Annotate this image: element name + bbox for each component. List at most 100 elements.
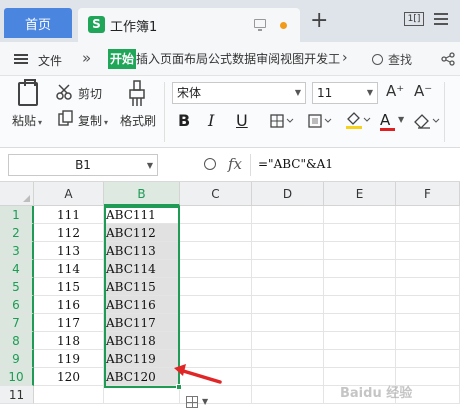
cell-empty[interactable] [396,332,460,350]
cell-empty[interactable] [252,206,324,224]
cell-empty[interactable] [396,314,460,332]
cell-b[interactable]: ABC113 [104,242,180,260]
ribbon-tab-developer[interactable]: 开发工 [304,42,340,76]
row-header[interactable]: 8 [0,332,34,350]
cell-b[interactable]: ABC118 [104,332,180,350]
format-painter-icon[interactable] [128,80,146,108]
menu-lines-icon[interactable] [432,10,450,28]
cell-b[interactable]: ABC114 [104,260,180,278]
cell-empty[interactable] [252,224,324,242]
cell-a[interactable]: 118 [34,332,104,350]
cell-a[interactable]: 119 [34,350,104,368]
copy-icon[interactable] [58,110,74,126]
paste-button[interactable]: 粘贴 ▾ [12,112,42,129]
cell-a[interactable]: 114 [34,260,104,278]
select-all-corner[interactable] [0,182,34,206]
column-header-b[interactable]: B [104,182,180,206]
scissors-icon[interactable] [56,84,74,100]
cell-empty[interactable] [180,314,252,332]
cell-a[interactable]: 120 [34,368,104,386]
autofill-options-button[interactable]: ▼ [184,394,212,412]
cell-a[interactable]: 111 [34,206,104,224]
cell-empty[interactable] [324,278,396,296]
ribbon-tab-page-layout[interactable]: 页面布局 [160,42,208,76]
zoom-icon[interactable] [204,158,216,170]
cell-empty[interactable] [180,206,252,224]
cell-a[interactable]: 117 [34,314,104,332]
column-header-a[interactable]: A [34,182,104,206]
cell-empty[interactable] [252,350,324,368]
column-header-c[interactable]: C [180,182,252,206]
fill-color-icon[interactable] [344,110,372,130]
cell-empty[interactable] [180,224,252,242]
cell-empty[interactable] [324,332,396,350]
monitor-icon[interactable] [254,19,266,31]
cell-empty[interactable] [396,260,460,278]
shrink-font-button[interactable]: A⁻ [414,82,432,100]
cell-empty[interactable] [180,332,252,350]
cell-a[interactable] [34,386,104,404]
search-button[interactable]: 查找 [372,51,412,68]
cell-empty[interactable] [252,332,324,350]
cell-empty[interactable] [324,314,396,332]
font-color-button[interactable]: A ▼ [380,110,408,132]
cell-empty[interactable] [180,242,252,260]
ribbon-tab-insert[interactable]: 插入 [136,42,160,76]
column-header-f[interactable]: F [396,182,460,206]
formula-input[interactable]: ="ABC"&A1 [258,157,333,171]
cell-b[interactable]: ABC112 [104,224,180,242]
tab-workbook[interactable]: S 工作簿1 [78,8,300,42]
cell-a[interactable]: 113 [34,242,104,260]
cell-a[interactable]: 112 [34,224,104,242]
insert-function-button[interactable]: fx [228,155,242,173]
cell-empty[interactable] [324,350,396,368]
font-family-select[interactable]: 宋体 ▼ [172,82,306,104]
menu-file[interactable]: 文件 [38,52,62,69]
cell-empty[interactable] [396,206,460,224]
clear-format-icon[interactable] [412,112,442,130]
cell-empty[interactable] [252,296,324,314]
cell-empty[interactable] [252,368,324,386]
cell-b[interactable]: ABC111 [104,206,180,224]
row-header[interactable]: 11 [0,386,34,404]
spreadsheet-grid[interactable]: A B C D E F 1 111 ABC111 2 112 ABC112 3 113 ABC113 4 114… [0,182,460,416]
more-menus-icon[interactable]: » [82,49,91,67]
cell-empty[interactable] [396,278,460,296]
cell-b[interactable]: ABC120 [104,368,180,386]
tab-home[interactable]: 首页 [4,8,72,38]
cell-empty[interactable] [396,224,460,242]
underline-button[interactable]: U [236,110,248,132]
scroll-tabs-right-icon[interactable]: › [342,50,348,66]
cell-empty[interactable] [324,296,396,314]
cell-empty[interactable] [252,260,324,278]
cell-empty[interactable] [252,314,324,332]
ribbon-tab-home[interactable]: 开始 [108,49,137,69]
column-header-e[interactable]: E [324,182,396,206]
hamburger-icon[interactable] [14,54,28,64]
row-header[interactable]: 1 [0,206,34,224]
cell-empty[interactable] [396,350,460,368]
ribbon-tab-formulas[interactable]: 公式 [208,42,232,76]
italic-button[interactable]: I [208,110,214,132]
cell-b[interactable]: ABC117 [104,314,180,332]
cell-a[interactable]: 115 [34,278,104,296]
name-box[interactable]: B1 ▼ [8,154,158,176]
cell-b[interactable]: ABC119 [104,350,180,368]
ribbon-tab-data[interactable]: 数据 [232,42,256,76]
ribbon-tab-view[interactable]: 视图 [280,42,304,76]
cut-button[interactable]: 剪切 [78,85,102,102]
cell-empty[interactable] [324,260,396,278]
cell-empty[interactable] [324,242,396,260]
copy-button[interactable]: 复制 ▾ [78,112,108,129]
ribbon-tab-review[interactable]: 审阅 [256,42,280,76]
new-tab-button[interactable]: + [310,8,328,34]
cell-b[interactable] [104,386,180,404]
cell-style-icon[interactable] [308,114,334,128]
cell-empty[interactable] [180,260,252,278]
cell-empty[interactable] [180,296,252,314]
grow-font-button[interactable]: A⁺ [386,82,404,100]
cell-empty[interactable] [324,224,396,242]
cell-empty[interactable] [252,386,324,404]
cell-empty[interactable] [396,296,460,314]
row-header[interactable]: 2 [0,224,34,242]
